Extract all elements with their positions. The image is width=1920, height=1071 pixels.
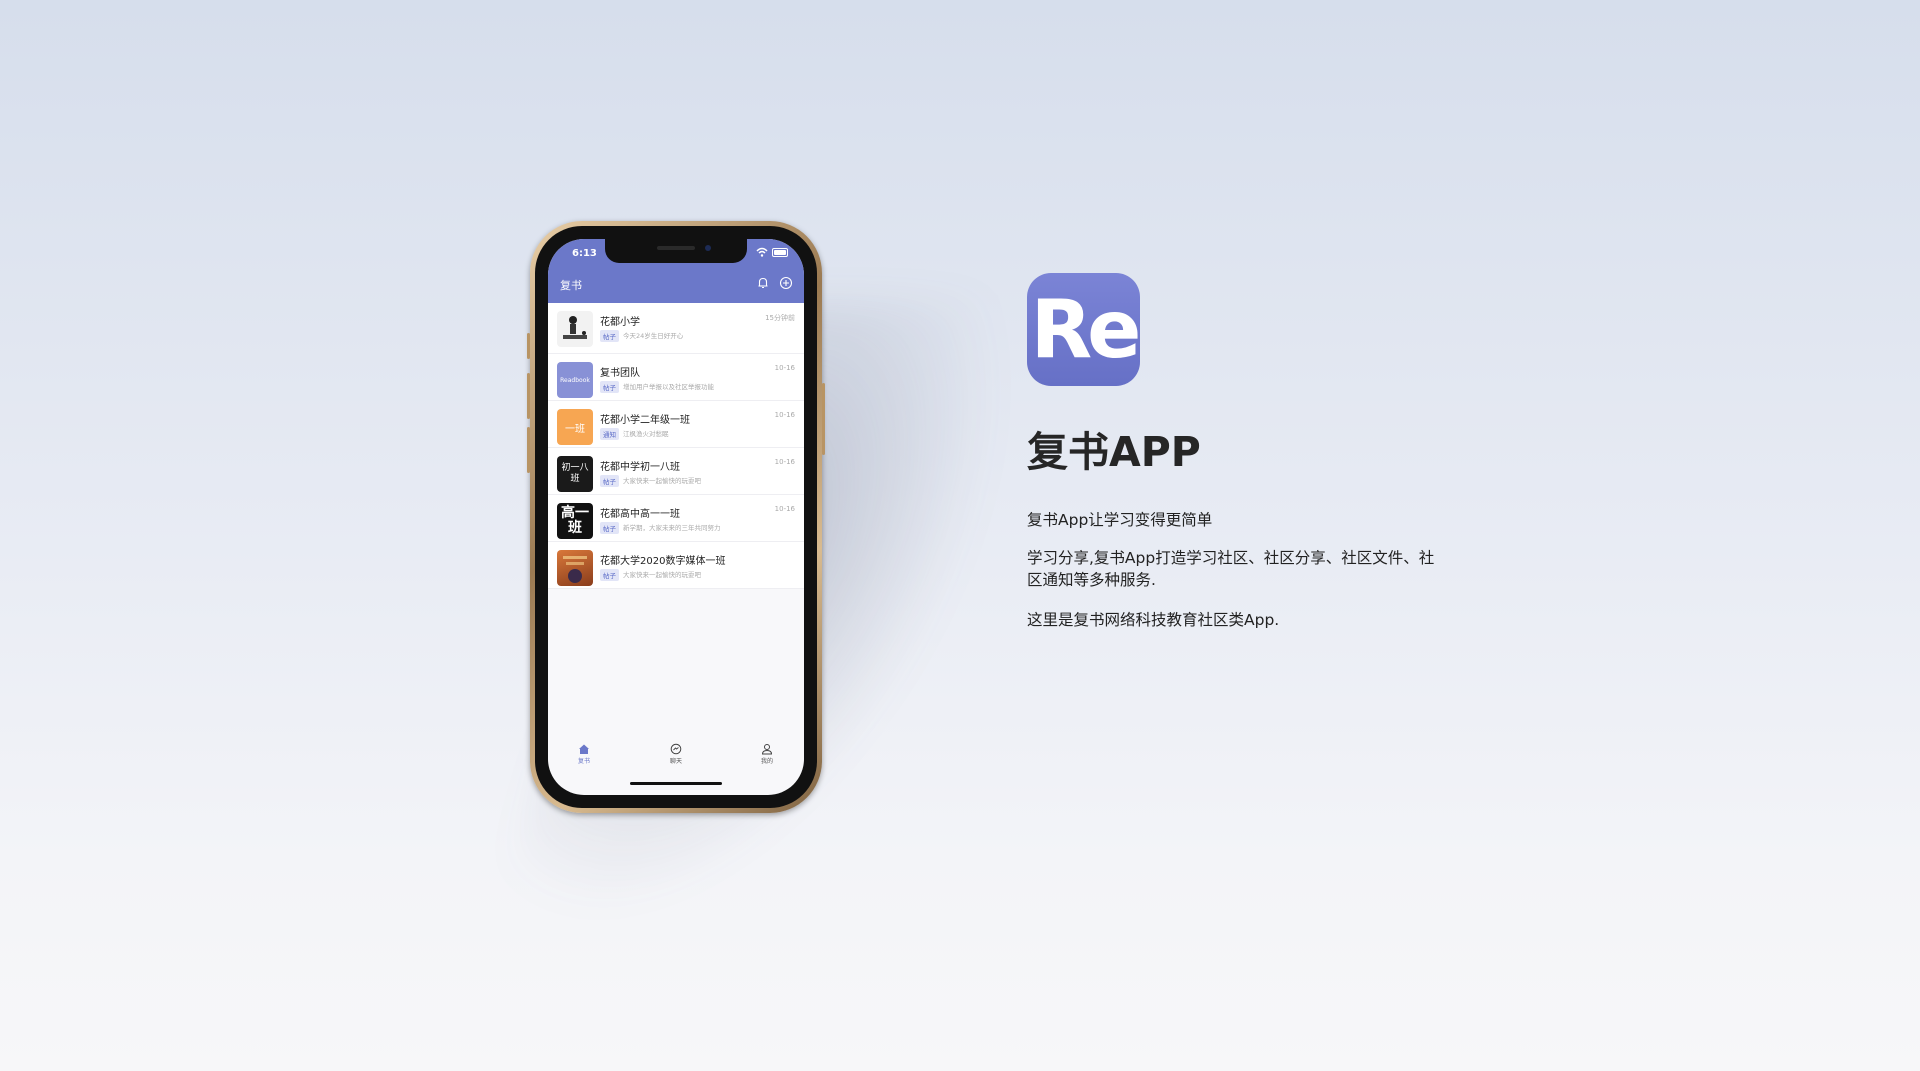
tag-badge: 帖子 xyxy=(600,569,619,581)
avatar-text: 初一八班 xyxy=(561,463,589,484)
avatar-text: 一班 xyxy=(565,423,585,435)
tab-chat[interactable]: 聊天 xyxy=(656,743,696,765)
list-item[interactable]: 花都小学 15分钟前 帖子 今天24岁生日好开心 xyxy=(548,303,804,354)
item-name: 花都小学二年级一班 xyxy=(600,415,690,426)
avatar-text: Readbook xyxy=(560,376,590,384)
home-icon xyxy=(579,744,589,754)
wifi-icon xyxy=(756,247,768,257)
tab-label: 我的 xyxy=(760,758,773,765)
tag-badge: 帖子 xyxy=(600,381,619,393)
tab-profile[interactable]: 我的 xyxy=(747,743,787,765)
list-item[interactable]: 一班 花都小学二年级一班 10-16 通知 江枫渔火对愁眠 xyxy=(548,401,804,448)
item-name: 花都小学 xyxy=(600,317,640,328)
tag-badge: 帖子 xyxy=(600,475,619,487)
tag-badge: 帖子 xyxy=(600,522,619,534)
item-time: 15分钟前 xyxy=(765,314,795,322)
avatar: 一班 xyxy=(557,409,593,445)
brand-title: 复书APP xyxy=(1027,428,1201,476)
notch xyxy=(605,239,747,263)
item-preview: 今天24岁生日好开心 xyxy=(623,332,684,340)
list-item[interactable]: 高一班 花都高中高一一班 10-16 帖子 新学期，大家未来的三年共同努力 xyxy=(548,495,804,542)
brand-tagline: 复书App让学习变得更简单 xyxy=(1027,511,1213,529)
volume-up-button xyxy=(527,373,530,419)
battery-icon xyxy=(772,247,788,257)
tab-label: 复书 xyxy=(577,758,590,765)
item-time: 10-16 xyxy=(774,505,795,513)
tab-label: 聊天 xyxy=(669,758,682,765)
app-title: 复书 xyxy=(560,279,582,292)
power-button xyxy=(822,383,825,455)
home-indicator[interactable] xyxy=(630,782,722,785)
tag-badge: 帖子 xyxy=(600,330,619,342)
avatar xyxy=(557,550,593,586)
bell-icon[interactable] xyxy=(756,276,770,290)
list-item[interactable]: 花都大学2020数字媒体一班 帖子 大家快来一起愉快的玩耍吧 xyxy=(548,542,804,589)
list-item[interactable]: 初一八班 花都中学初一八班 10-16 帖子 大家快来一起愉快的玩耍吧 xyxy=(548,448,804,495)
logo-text: Re xyxy=(1030,283,1142,376)
chat-icon xyxy=(670,743,682,755)
tag-badge: 通知 xyxy=(600,428,619,440)
avatar xyxy=(557,311,593,347)
list-item[interactable]: Readbook 复书团队 10-16 帖子 增加用户举报以及社区举报功能 xyxy=(548,354,804,401)
conversation-list: 花都小学 15分钟前 帖子 今天24岁生日好开心 Readbook 复书团队 1… xyxy=(548,303,804,589)
avatar: 初一八班 xyxy=(557,456,593,492)
speaker xyxy=(657,246,695,250)
phone-screen: 6:13 复书 花都小学 15分钟前 帖子 今天24岁生日好开心 Readboo… xyxy=(548,239,804,795)
brand-description: 学习分享,复书App打造学习社区、社区分享、社区文件、社区通知等多种服务. xyxy=(1027,549,1435,589)
phone-frame: 6:13 复书 花都小学 15分钟前 帖子 今天24岁生日好开心 Readboo… xyxy=(527,221,825,813)
tab-home[interactable]: 复书 xyxy=(564,743,604,765)
volume-down-button xyxy=(527,427,530,473)
add-icon[interactable] xyxy=(779,276,793,290)
mute-switch xyxy=(527,333,530,359)
item-name: 花都中学初一八班 xyxy=(600,462,680,473)
status-time: 6:13 xyxy=(572,248,597,259)
item-preview: 大家快来一起愉快的玩耍吧 xyxy=(623,477,701,485)
avatar: 高一班 xyxy=(557,503,593,539)
item-name: 复书团队 xyxy=(600,368,640,379)
item-name: 花都大学2020数字媒体一班 xyxy=(600,556,726,567)
item-preview: 江枫渔火对愁眠 xyxy=(623,430,669,438)
avatar-text: 高一班 xyxy=(561,505,589,536)
item-time: 10-16 xyxy=(774,411,795,419)
item-preview: 大家快来一起愉快的玩耍吧 xyxy=(623,571,701,579)
status-icons xyxy=(756,247,788,257)
item-time: 10-16 xyxy=(774,364,795,372)
app-logo: Re xyxy=(1027,273,1142,386)
item-name: 花都高中高一一班 xyxy=(600,509,680,520)
profile-icon xyxy=(761,744,773,755)
avatar-illustration xyxy=(563,556,587,583)
item-preview: 增加用户举报以及社区举报功能 xyxy=(623,383,714,391)
app-header: 6:13 复书 xyxy=(548,239,804,303)
avatar-illustration xyxy=(563,316,587,339)
item-time: 10-16 xyxy=(774,458,795,466)
brand-about: 这里是复书网络科技教育社区类App. xyxy=(1027,611,1280,629)
item-preview: 新学期，大家未来的三年共同努力 xyxy=(623,524,721,532)
avatar: Readbook xyxy=(557,362,593,398)
camera xyxy=(705,245,711,251)
tab-bar: 复书 聊天 我的 xyxy=(548,743,804,773)
